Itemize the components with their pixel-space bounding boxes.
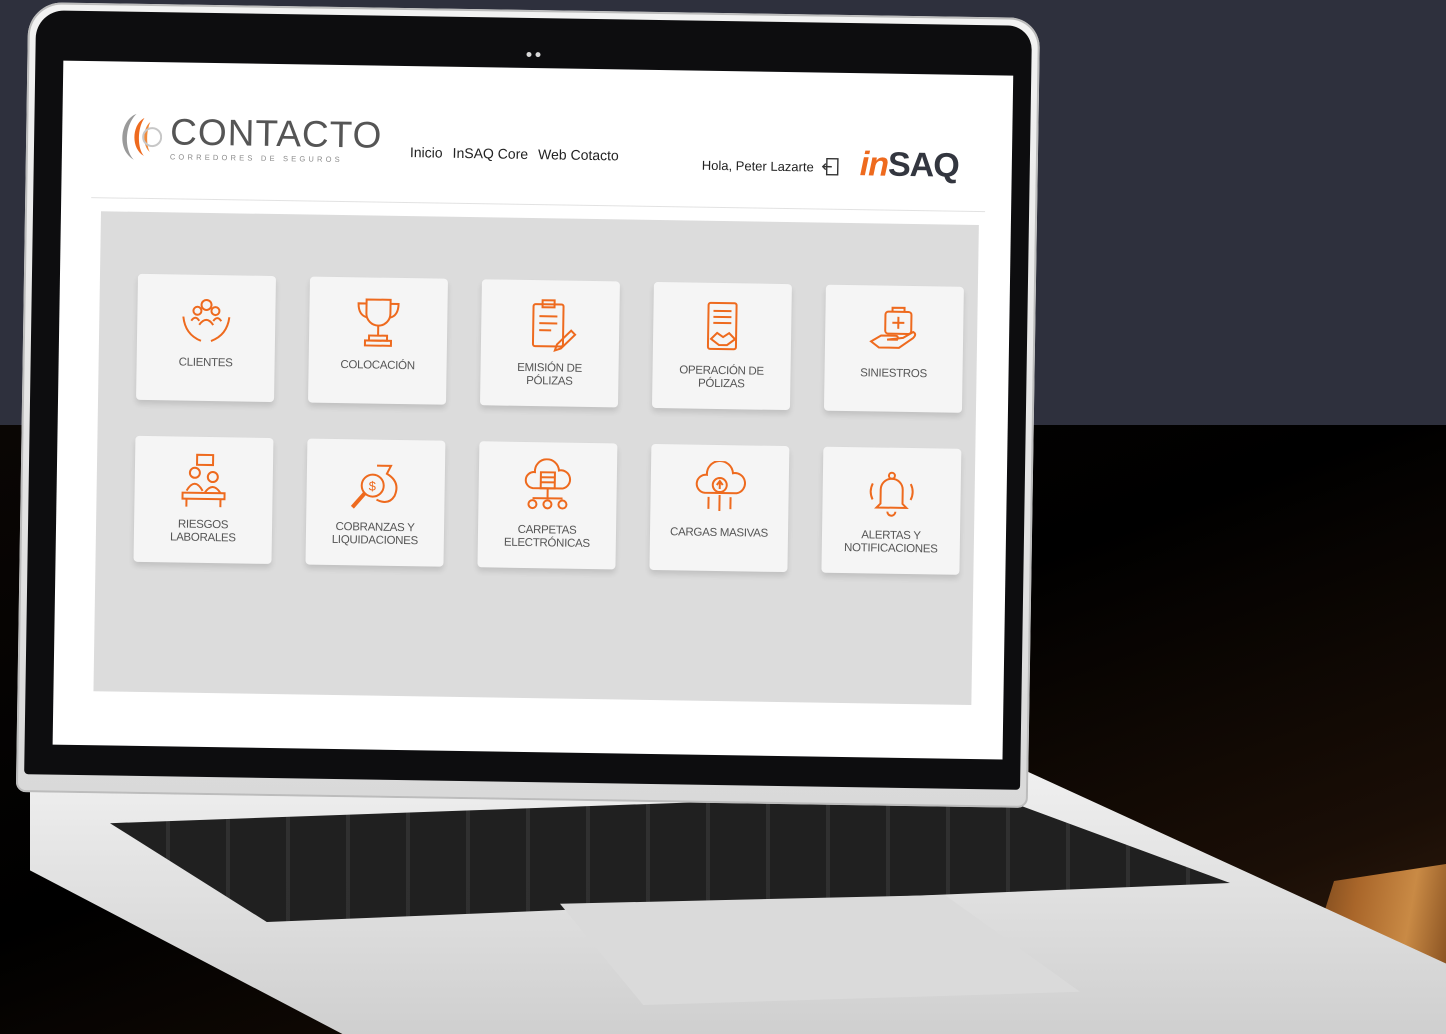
module-label: EMISIÓN DE PÓLIZAS <box>517 361 583 388</box>
module-card-cobranzas[interactable]: $ COBRANZAS Y LIQUIDACIONES <box>305 438 446 567</box>
module-label: ALERTAS Y NOTIFICACIONES <box>843 529 938 556</box>
cloud-upload-icon <box>695 460 746 512</box>
nav-inicio[interactable]: Inicio <box>410 144 443 161</box>
nav-insaq-core[interactable]: InSAQ Core <box>453 145 529 162</box>
top-nav: Inicio InSAQ Core Web Cotacto <box>410 144 619 163</box>
document-handshake-icon <box>706 301 738 351</box>
nav-web-cotacto[interactable]: Web Cotacto <box>538 146 619 163</box>
module-card-riesgos-laborales[interactable]: RIESGOS LABORALES <box>133 435 274 564</box>
hands-people-icon <box>182 298 231 342</box>
module-card-siniestros[interactable]: SINIESTROS <box>823 284 964 413</box>
logout-icon[interactable] <box>821 157 840 177</box>
module-label: COBRANZAS Y LIQUIDACIONES <box>331 520 419 548</box>
screen-bezel: CONTACTO CORREDORES DE SEGUROS Inicio In… <box>24 10 1033 790</box>
module-label: CARGAS MASIVAS <box>670 526 769 540</box>
app-screen: CONTACTO CORREDORES DE SEGUROS Inicio In… <box>52 60 1014 760</box>
module-label: RIESGOS LABORALES <box>169 518 236 545</box>
module-label: COLOCACIÓN <box>340 359 415 373</box>
module-label: OPERACIÓN DE PÓLIZAS <box>679 364 764 391</box>
insaq-logo-suffix: SAQ <box>887 145 960 185</box>
module-card-cargas-masivas[interactable]: CARGAS MASIVAS <box>649 443 790 573</box>
trophy-icon <box>357 298 400 347</box>
app-header: CONTACTO CORREDORES DE SEGUROS Inicio In… <box>61 61 1013 206</box>
dashboard-panel: CLIENTES COLOCACIÓN EMISIÓN DE PÓLIZAS O… <box>93 211 979 706</box>
module-grid: CLIENTES COLOCACIÓN EMISIÓN DE PÓLIZAS O… <box>133 273 964 575</box>
contacto-logo[interactable]: CONTACTO CORREDORES DE SEGUROS <box>112 109 383 167</box>
insaq-logo[interactable]: in SAQ <box>859 145 960 186</box>
module-label: SINIESTROS <box>860 367 927 381</box>
user-greeting: Hola, Peter Lazarte <box>701 157 814 174</box>
logo-subtitle: CORREDORES DE SEGUROS <box>169 151 343 164</box>
module-card-alertas[interactable]: ALERTAS Y NOTIFICACIONES <box>821 446 962 575</box>
contacto-logo-mark <box>122 113 163 160</box>
module-label: CARPETAS ELECTRÓNICAS <box>503 523 590 550</box>
module-card-operacion-polizas[interactable]: OPERACIÓN DE PÓLIZAS <box>651 281 792 411</box>
cloud-database-icon <box>524 458 572 510</box>
module-card-clientes[interactable]: CLIENTES <box>136 273 276 403</box>
insaq-logo-prefix: in <box>859 145 889 184</box>
laptop-lid: CONTACTO CORREDORES DE SEGUROS Inicio In… <box>15 2 1041 808</box>
logo-name: CONTACTO <box>169 110 383 156</box>
svg-text:$: $ <box>369 479 377 494</box>
money-bag-search-icon: $ <box>350 464 398 509</box>
hand-medical-kit-icon <box>869 306 917 349</box>
clipboard-pen-icon <box>531 299 577 352</box>
module-card-carpetas[interactable]: CARPETAS ELECTRÓNICAS <box>477 441 618 570</box>
worker-desk-icon <box>181 453 226 508</box>
module-card-emision-polizas[interactable]: EMISIÓN DE PÓLIZAS <box>479 279 620 408</box>
camera <box>526 51 541 58</box>
user-area: Hola, Peter Lazarte <box>702 155 840 177</box>
bell-alert-icon <box>869 471 914 517</box>
module-card-colocacion[interactable]: COLOCACIÓN <box>308 276 448 405</box>
module-label: CLIENTES <box>178 356 233 370</box>
